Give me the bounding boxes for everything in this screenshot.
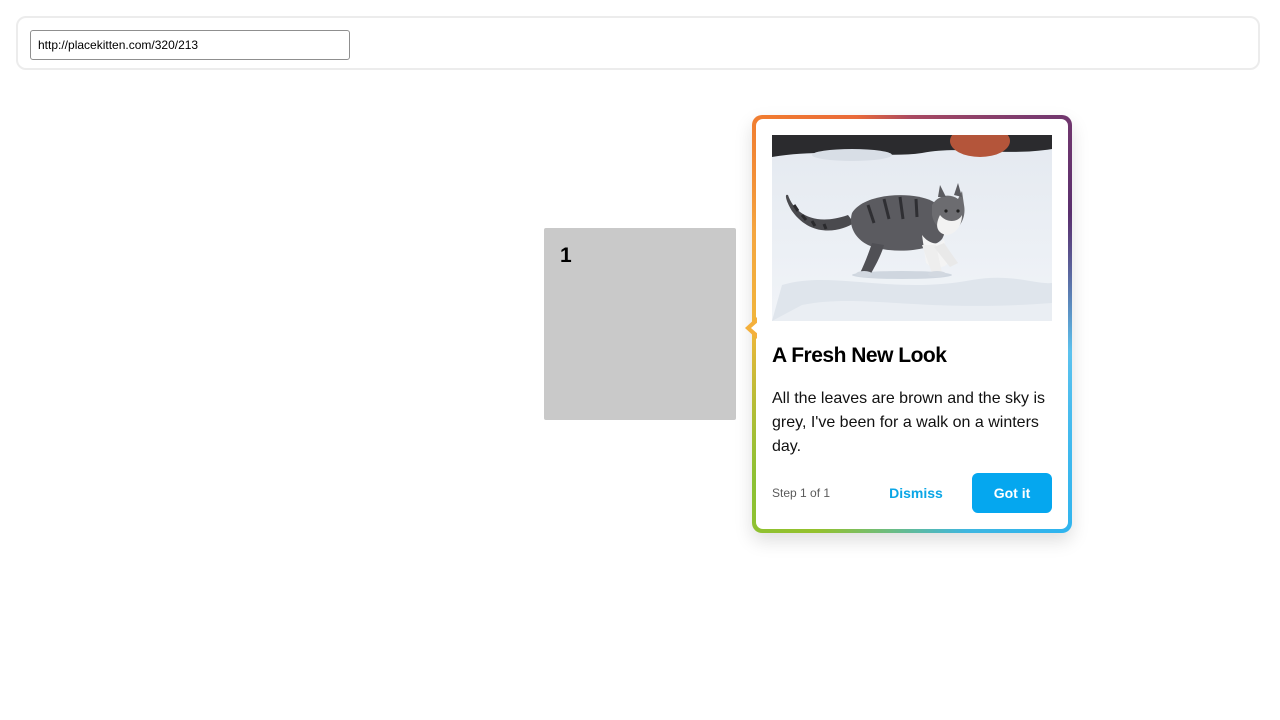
got-it-button[interactable]: Got it: [972, 473, 1052, 513]
target-number: 1: [560, 244, 572, 267]
kitten-in-snow-image: [772, 135, 1052, 321]
tour-step-indicator: Step 1 of 1: [772, 486, 831, 500]
url-input[interactable]: [30, 30, 350, 60]
tour-pointer-arrow-inner: [751, 321, 759, 335]
tour-target-box: 1: [544, 228, 736, 420]
toolbar: [16, 16, 1260, 70]
tour-title: A Fresh New Look: [772, 344, 947, 367]
tour-card: A Fresh New Look All the leaves are brow…: [745, 115, 1072, 533]
tour-description: All the leaves are brown and the sky is …: [772, 390, 1046, 455]
dismiss-button[interactable]: Dismiss: [876, 473, 956, 513]
tour-card-body: A Fresh New Look All the leaves are brow…: [745, 119, 1068, 529]
